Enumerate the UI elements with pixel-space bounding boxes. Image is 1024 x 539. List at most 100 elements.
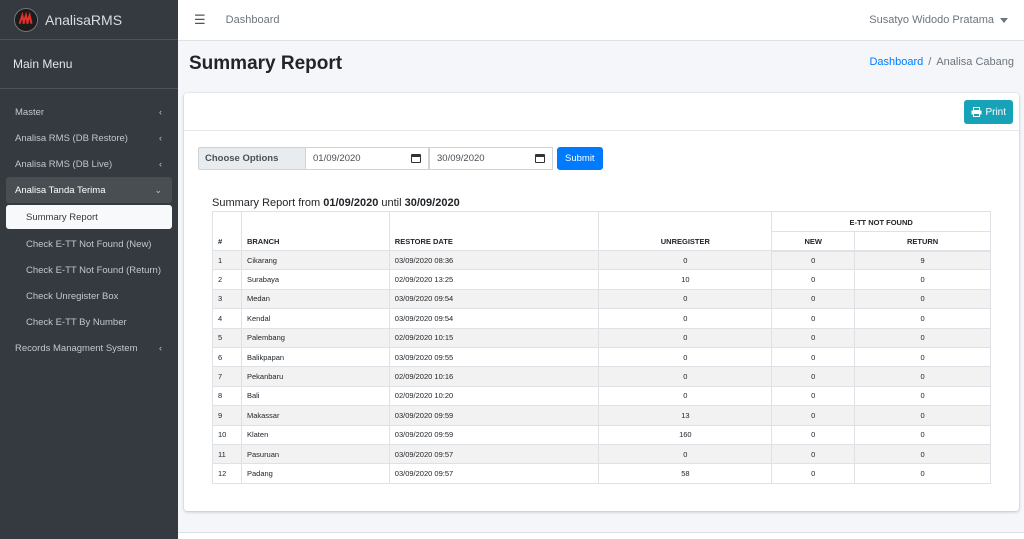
cell-branch: Kendal <box>240 308 390 329</box>
top-link-dashboard[interactable]: Dashboard <box>226 14 280 26</box>
cell-new: 0 <box>771 288 856 310</box>
cell-branch: Pasuruan <box>240 443 390 465</box>
cell-return: 9 <box>854 249 991 271</box>
table-row: 6 Balikpapan 03/09/2020 09:55 0 0 0 <box>212 346 991 368</box>
sidebar-item-records-management[interactable]: Records Managment System ‹ <box>6 335 172 361</box>
cell-unregister: 0 <box>598 327 773 348</box>
printer-icon <box>971 107 982 117</box>
cell-num: 3 <box>212 288 242 310</box>
end-date-value: 30/09/2020 <box>437 153 485 164</box>
cell-new: 0 <box>771 346 856 368</box>
cell-restore-date: 03/09/2020 09:55 <box>388 346 600 368</box>
cell-new: 0 <box>771 463 856 484</box>
header-unregister: UNREGISTER <box>598 211 773 251</box>
sidebar-subitem-ett-return[interactable]: Check E-TT Not Found (Return) <box>6 257 172 283</box>
main-menu-heading: Main Menu <box>0 40 178 89</box>
report-until-word: until <box>381 197 402 209</box>
cell-return: 0 <box>854 424 991 445</box>
cell-new: 0 <box>771 308 856 329</box>
chevron-left-icon: ‹ <box>159 107 162 117</box>
cell-branch: Palembang <box>240 327 390 348</box>
sidebar-subitem-summary-report[interactable]: Summary Report <box>6 205 172 229</box>
choose-options-label: Choose Options <box>198 147 305 170</box>
table-row: 11 Pasuruan 03/09/2020 09:57 0 0 0 <box>212 443 991 465</box>
brand-logo-icon <box>14 7 38 32</box>
cell-unregister: 0 <box>598 366 773 387</box>
cell-new: 0 <box>771 405 856 426</box>
cell-restore-date: 03/09/2020 09:57 <box>388 463 600 484</box>
header-num: # <box>212 211 242 251</box>
sidebar-subitem-ett-by-number[interactable]: Check E-TT By Number <box>6 309 172 335</box>
table-row: 5 Palembang 02/09/2020 10:15 0 0 0 <box>212 327 991 348</box>
cell-restore-date: 02/09/2020 10:20 <box>388 385 600 407</box>
cell-restore-date: 02/09/2020 10:16 <box>388 366 600 387</box>
chevron-down-icon: ⌄ <box>154 184 162 195</box>
cell-unregister: 160 <box>598 424 773 445</box>
sidebar-item-label: Analisa RMS (DB Live) <box>15 158 113 170</box>
cell-restore-date: 03/09/2020 09:57 <box>388 443 600 465</box>
sidebar-item-master[interactable]: Master ‹ <box>6 99 172 125</box>
calendar-icon[interactable] <box>411 154 421 163</box>
breadcrumb-separator: / <box>928 56 932 68</box>
breadcrumb-home-link[interactable]: Dashboard <box>869 56 923 68</box>
cell-branch: Padang <box>240 463 390 484</box>
caret-down-icon <box>1000 17 1008 23</box>
table-row: 9 Makassar 03/09/2020 09:59 13 0 0 <box>212 405 991 426</box>
calendar-icon[interactable] <box>535 154 545 163</box>
table-row: 1 Cikarang 03/09/2020 08:36 0 0 9 <box>212 249 991 271</box>
cell-restore-date: 03/09/2020 09:59 <box>388 424 600 445</box>
sidebar-item-tanda-terima[interactable]: Analisa Tanda Terima ⌄ <box>6 177 172 203</box>
brand-name: AnalisaRMS <box>45 11 123 28</box>
sidebar-nav: Master ‹ Analisa RMS (DB Restore) ‹ Anal… <box>0 89 178 361</box>
brand[interactable]: AnalisaRMS <box>0 0 178 40</box>
table-row: 4 Kendal 03/09/2020 09:54 0 0 0 <box>212 308 991 329</box>
sidebar-item-db-live[interactable]: Analisa RMS (DB Live) ‹ <box>6 151 172 177</box>
cell-branch: Bali <box>240 385 390 407</box>
table-row: 10 Klaten 03/09/2020 09:59 160 0 0 <box>212 424 991 445</box>
cell-unregister: 0 <box>598 308 773 329</box>
sidebar-item-db-restore[interactable]: Analisa RMS (DB Restore) ‹ <box>6 125 172 151</box>
report-from-date: 01/09/2020 <box>323 197 379 209</box>
cell-restore-date: 03/09/2020 09:54 <box>388 288 600 310</box>
print-label: Print <box>985 106 1006 118</box>
end-date-input[interactable]: 30/09/2020 <box>429 147 553 170</box>
summary-table: # BRANCH RESTORE DATE UNREGISTER E-TT NO… <box>212 211 991 484</box>
table-row: 7 Pekanbaru 02/09/2020 10:16 0 0 0 <box>212 366 991 387</box>
chevron-left-icon: ‹ <box>159 343 162 353</box>
cell-return: 0 <box>854 327 991 348</box>
cell-unregister: 0 <box>598 346 773 368</box>
header-branch: BRANCH <box>240 211 390 251</box>
print-button[interactable]: Print <box>964 100 1013 124</box>
cell-restore-date: 02/09/2020 13:25 <box>388 269 600 290</box>
cell-branch: Pekanbaru <box>240 366 390 387</box>
cell-num: 9 <box>212 405 242 426</box>
cell-branch: Medan <box>240 288 390 310</box>
cell-unregister: 58 <box>598 463 773 484</box>
cell-return: 0 <box>854 463 991 484</box>
cell-unregister: 0 <box>598 385 773 407</box>
header-new: NEW <box>771 231 856 252</box>
start-date-input[interactable]: 01/09/2020 <box>305 147 429 170</box>
hamburger-menu-icon[interactable]: ☰ <box>194 12 206 28</box>
cell-num: 7 <box>212 366 242 387</box>
breadcrumb: Dashboard / Analisa Cabang <box>869 56 1014 68</box>
cell-num: 1 <box>212 249 242 271</box>
sidebar-item-label: Master <box>15 106 45 118</box>
chevron-left-icon: ‹ <box>159 159 162 169</box>
footer <box>178 532 1024 539</box>
user-menu[interactable]: Susatyo Widodo Pratama <box>869 14 1008 26</box>
report-prefix: Summary Report from <box>212 197 321 209</box>
cell-new: 0 <box>771 327 856 348</box>
cell-return: 0 <box>854 269 991 290</box>
top-navbar: ☰ Dashboard Susatyo Widodo Pratama <box>178 0 1024 41</box>
cell-branch: Cikarang <box>240 249 390 271</box>
submit-button[interactable]: Submit <box>557 147 603 170</box>
sidebar-subitem-ett-new[interactable]: Check E-TT Not Found (New) <box>6 231 172 257</box>
table-row: 8 Bali 02/09/2020 10:20 0 0 0 <box>212 385 991 407</box>
cell-return: 0 <box>854 346 991 368</box>
report-to-date: 30/09/2020 <box>404 197 460 209</box>
sidebar-subitem-unregister-box[interactable]: Check Unregister Box <box>6 283 172 309</box>
cell-unregister: 0 <box>598 443 773 465</box>
cell-branch: Balikpapan <box>240 346 390 368</box>
report-card: Print Choose Options 01/09/2020 30/09/20… <box>184 93 1019 511</box>
